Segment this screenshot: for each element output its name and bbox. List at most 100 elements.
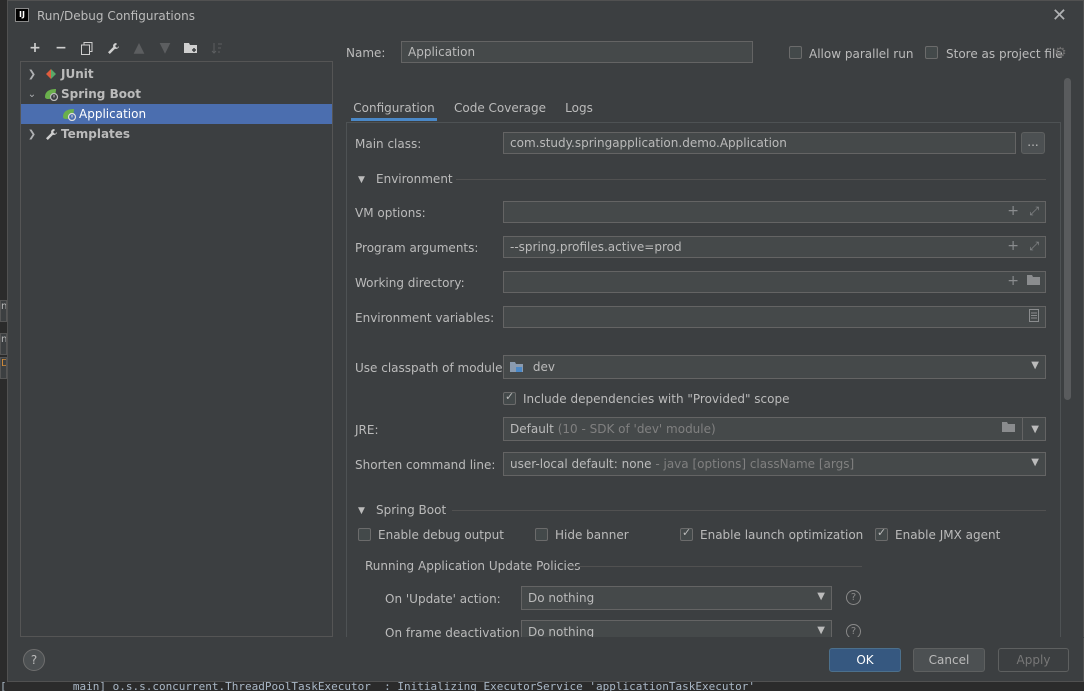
hide-banner-checkbox[interactable] [535,528,548,541]
folder-icon[interactable] [1027,274,1041,290]
tab-configuration[interactable]: Configuration [351,99,437,121]
remove-icon[interactable]: − [48,39,74,57]
classpath-value: dev [532,360,555,374]
jre-hint: (10 - SDK of 'dev' module) [557,422,716,436]
policies-label: Running Application Update Policies [365,559,581,573]
spring-boot-section-label: Spring Boot [376,503,447,517]
add-icon[interactable]: + [1007,273,1019,289]
tab-logs[interactable]: Logs [561,99,597,121]
jmx-agent-label: Enable JMX agent [895,528,1001,542]
update-action-value: Do nothing [528,591,595,605]
tree-item-spring-boot[interactable]: ⌄ Spring Boot [21,84,332,104]
apply-button[interactable]: Apply [998,648,1069,672]
spring-boot-app-icon [61,107,77,121]
shorten-command-select[interactable]: user-local default: none - java [options… [503,452,1046,476]
window-title: Run/Debug Configurations [37,9,195,23]
jre-value: Default [510,422,554,436]
help-icon[interactable]: ? [846,590,861,605]
expand-icon[interactable]: ⤢ [1029,203,1039,219]
sort-icon[interactable] [204,39,230,57]
tree-item-label: Application [79,107,147,121]
jmx-agent-checkbox[interactable] [875,526,888,541]
name-field[interactable]: Application [401,41,753,63]
cancel-button[interactable]: Cancel [913,648,985,672]
program-args-label: Program arguments: [355,241,479,255]
background-tab: n [0,333,7,355]
copy-icon[interactable] [74,39,100,57]
launch-optimization-checkbox[interactable] [680,526,693,541]
chevron-down-icon: ▼ [1031,457,1039,468]
folder-add-icon[interactable] [178,39,204,57]
allow-parallel-label: Allow parallel run [809,47,914,61]
add-icon[interactable]: + [1007,238,1019,254]
debug-output-checkbox[interactable] [358,528,371,541]
store-project-checkbox[interactable] [925,46,938,59]
divider [452,510,1046,511]
module-icon [510,361,524,377]
shorten-value: user-local default: none [510,457,652,471]
divider [456,179,1046,180]
shorten-hint: - java [options] className [args] [651,457,855,471]
close-icon[interactable]: ✕ [1052,5,1067,26]
tree-item-label: Templates [61,127,131,141]
chevron-down-icon: ▼ [817,625,825,636]
shorten-label: Shorten command line: [355,458,496,472]
jre-label: JRE: [355,423,379,437]
junit-icon [43,67,59,81]
help-icon[interactable]: ? [846,624,861,637]
debug-output-label: Enable debug output [378,528,504,542]
tree-item-junit[interactable]: ❯ JUnit [21,64,332,84]
chevron-right-icon[interactable]: ❯ [27,129,37,140]
tree-item-templates[interactable]: ❯ Templates [21,124,332,144]
document-icon[interactable] [1029,309,1039,326]
chevron-down-icon[interactable]: ⌄ [27,89,37,100]
main-class-field[interactable]: com.study.springapplication.demo.Applica… [503,132,1016,154]
background-tab: n [0,300,7,322]
classpath-module-select[interactable]: dev ▼ [503,355,1046,379]
hide-banner-label: Hide banner [555,528,629,542]
program-args-field[interactable]: --spring.profiles.active=prod + ⤢ [503,236,1046,258]
store-project-label: Store as project file [946,47,1063,61]
divider [568,566,862,567]
collapse-triangle-icon[interactable]: ▼ [358,175,365,185]
working-dir-field[interactable]: + [503,271,1046,293]
scrollbar[interactable] [1064,78,1071,400]
move-down-icon[interactable]: ▼ [152,39,178,57]
update-action-select[interactable]: Do nothing ▼ [521,586,832,610]
frame-deactivation-value: Do nothing [528,625,595,637]
background-tab: D [0,357,7,379]
help-button[interactable]: ? [23,649,45,671]
browse-button[interactable]: ... [1021,132,1045,154]
clip-region: On frame deactivation: Do nothing ▼ ? [348,620,1060,637]
collapse-triangle-icon[interactable]: ▼ [358,506,365,516]
chevron-down-icon: ▼ [1031,360,1039,371]
chevron-right-icon[interactable]: ❯ [27,69,37,80]
add-icon[interactable]: + [22,39,48,57]
ok-button[interactable]: OK [829,648,901,672]
jre-dropdown-button[interactable]: ▼ [1022,417,1046,441]
env-vars-field[interactable] [503,306,1046,328]
wrench-icon[interactable] [100,39,126,57]
folder-icon[interactable] [1002,421,1016,437]
config-toolbar: + − ▲ ▼ [22,39,230,57]
tab-code-coverage[interactable]: Code Coverage [452,99,548,121]
title-bar: IJ Run/Debug Configurations ✕ [8,1,1083,31]
tree-item-application[interactable]: Application [21,104,332,124]
gear-icon[interactable]: ⚙ [1054,45,1067,61]
wrench-icon [43,127,59,141]
add-icon[interactable]: + [1007,203,1019,219]
chevron-down-icon: ▼ [1031,424,1039,435]
vm-options-field[interactable]: + ⤢ [503,201,1046,223]
background-console-log: [ main] o.s.s.concurrent.ThreadPoolTaskE… [0,682,1084,691]
frame-deactivation-select[interactable]: Do nothing ▼ [521,620,832,637]
include-deps-checkbox[interactable] [503,390,516,405]
environment-section-label: Environment [376,172,453,186]
program-args-value: --spring.profiles.active=prod [510,240,682,254]
jre-field[interactable]: Default (10 - SDK of 'dev' module) [503,417,1023,441]
move-up-icon[interactable]: ▲ [126,39,152,57]
include-deps-label: Include dependencies with "Provided" sco… [523,392,790,406]
allow-parallel-checkbox[interactable] [789,46,802,59]
expand-icon[interactable]: ⤢ [1029,238,1039,254]
intellij-icon: IJ [15,8,29,22]
working-dir-label: Working directory: [355,276,465,290]
